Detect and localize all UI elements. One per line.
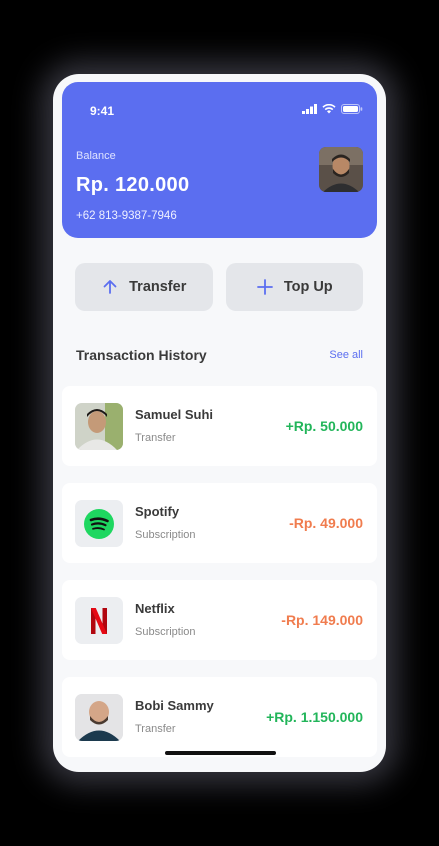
avatar	[75, 694, 123, 741]
list-item[interactable]: Samuel Suhi Transfer +Rp. 50.000	[62, 386, 377, 466]
transaction-name: Bobi Sammy	[135, 698, 214, 713]
balance-card: 9:41 Balance Rp. 120.000 +62 813-9387-79…	[62, 82, 377, 238]
transaction-name: Samuel Suhi	[135, 407, 214, 422]
signal-icon	[302, 104, 317, 114]
status-icons	[302, 104, 363, 114]
transaction-type: Transfer	[135, 432, 176, 444]
transaction-amount: +Rp. 50.000	[285, 418, 363, 434]
balance-amount: Rp. 120.000	[76, 174, 190, 196]
transaction-type: Subscription	[135, 626, 196, 638]
avatar	[75, 403, 123, 450]
see-all-link[interactable]: See all	[329, 349, 363, 361]
status-time: 9:41	[90, 104, 115, 118]
wifi-icon	[322, 104, 336, 114]
balance-label: Balance	[76, 150, 116, 162]
topup-button[interactable]: Top Up	[225, 263, 363, 311]
plus-icon	[256, 279, 273, 295]
topup-label: Top Up	[283, 279, 333, 295]
transaction-name: Netflix	[135, 601, 175, 616]
list-item[interactable]: Bobi Sammy Transfer +Rp. 1.150.000	[62, 677, 377, 757]
transaction-name: Spotify	[135, 504, 180, 519]
spotify-logo-icon	[75, 500, 123, 547]
transaction-type: Transfer	[135, 723, 176, 735]
transaction-amount: +Rp. 1.150.000	[266, 709, 363, 725]
transfer-label: Transfer	[129, 279, 187, 295]
profile-avatar[interactable]	[319, 147, 363, 192]
transaction-amount: -Rp. 49.000	[289, 515, 363, 531]
transaction-history-header: Transaction History See all	[76, 347, 363, 363]
phone-number: +62 813-9387-7946	[76, 210, 177, 222]
battery-icon	[341, 104, 363, 114]
transfer-button[interactable]: Transfer	[75, 263, 213, 311]
arrow-up-icon	[103, 280, 117, 294]
list-item[interactable]: Spotify Subscription -Rp. 49.000	[62, 483, 377, 563]
quick-actions: Transfer Top Up	[75, 263, 363, 311]
list-item[interactable]: Netflix Subscription -Rp. 149.000	[62, 580, 377, 660]
transaction-amount: -Rp. 149.000	[281, 612, 363, 628]
section-title: Transaction History	[76, 347, 207, 363]
transaction-type: Subscription	[135, 529, 196, 541]
home-indicator	[165, 751, 276, 755]
phone-screen: 9:41 Balance Rp. 120.000 +62 813-9387-79…	[53, 74, 386, 772]
netflix-logo-icon	[75, 597, 123, 644]
